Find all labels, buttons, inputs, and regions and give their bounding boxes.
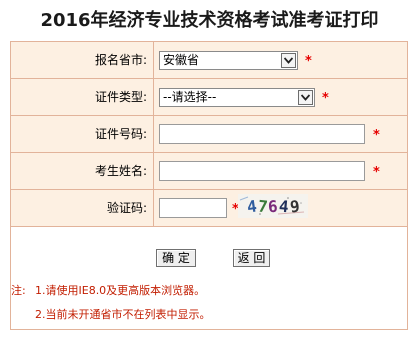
id-type-row: 证件类型: --请选择-- * (11, 79, 407, 116)
captcha-row: 验证码: * 47649 (11, 190, 407, 227)
note-line-1: 1.请使用IE8.0及更高版本浏览器。 (35, 284, 206, 297)
required-mark: * (373, 165, 380, 180)
id-number-input[interactable] (159, 124, 365, 144)
id-type-label: 证件类型: (11, 79, 154, 115)
province-row: 报名省市: 安徽省 * (11, 42, 407, 79)
province-select[interactable]: 安徽省 (159, 51, 298, 70)
captcha-input[interactable] (159, 198, 227, 218)
admission-ticket-form: 报名省市: 安徽省 * 证件类型: --请选择-- * 证件号码: * 考生姓名… (10, 41, 408, 330)
chevron-down-icon[interactable] (298, 90, 313, 105)
required-mark: * (305, 54, 312, 69)
chevron-down-icon[interactable] (281, 53, 296, 68)
captcha-code: 47649 (245, 196, 302, 217)
confirm-button[interactable]: 确 定 (156, 249, 196, 267)
note-line-2: 2.当前未开通省市不在列表中显示。 (35, 308, 211, 321)
id-number-row: 证件号码: * (11, 116, 407, 153)
id-number-label: 证件号码: (11, 116, 154, 152)
id-type-select[interactable]: --请选择-- (159, 88, 315, 107)
captcha-label: 验证码: (11, 190, 154, 226)
required-mark: * (322, 91, 329, 106)
notes: 注: 1.请使用IE8.0及更高版本浏览器。 2.当前未开通省市不在列表中显示。 (11, 275, 407, 329)
id-type-select-value: --请选择-- (163, 90, 217, 104)
notes-prefix: 注: (11, 284, 26, 297)
name-row: 考生姓名: * (11, 153, 407, 190)
province-label: 报名省市: (11, 42, 154, 78)
name-label: 考生姓名: (11, 153, 154, 189)
page-title: 2016年经济专业技术资格考试准考证打印 (40, 10, 379, 31)
name-input[interactable] (159, 161, 365, 181)
back-button[interactable]: 返 回 (233, 249, 270, 267)
province-select-value: 安徽省 (163, 53, 200, 67)
captcha-image[interactable]: 47649 (238, 194, 308, 218)
buttons-row: 确 定 返 回 (11, 227, 407, 275)
required-mark: * (373, 128, 380, 143)
